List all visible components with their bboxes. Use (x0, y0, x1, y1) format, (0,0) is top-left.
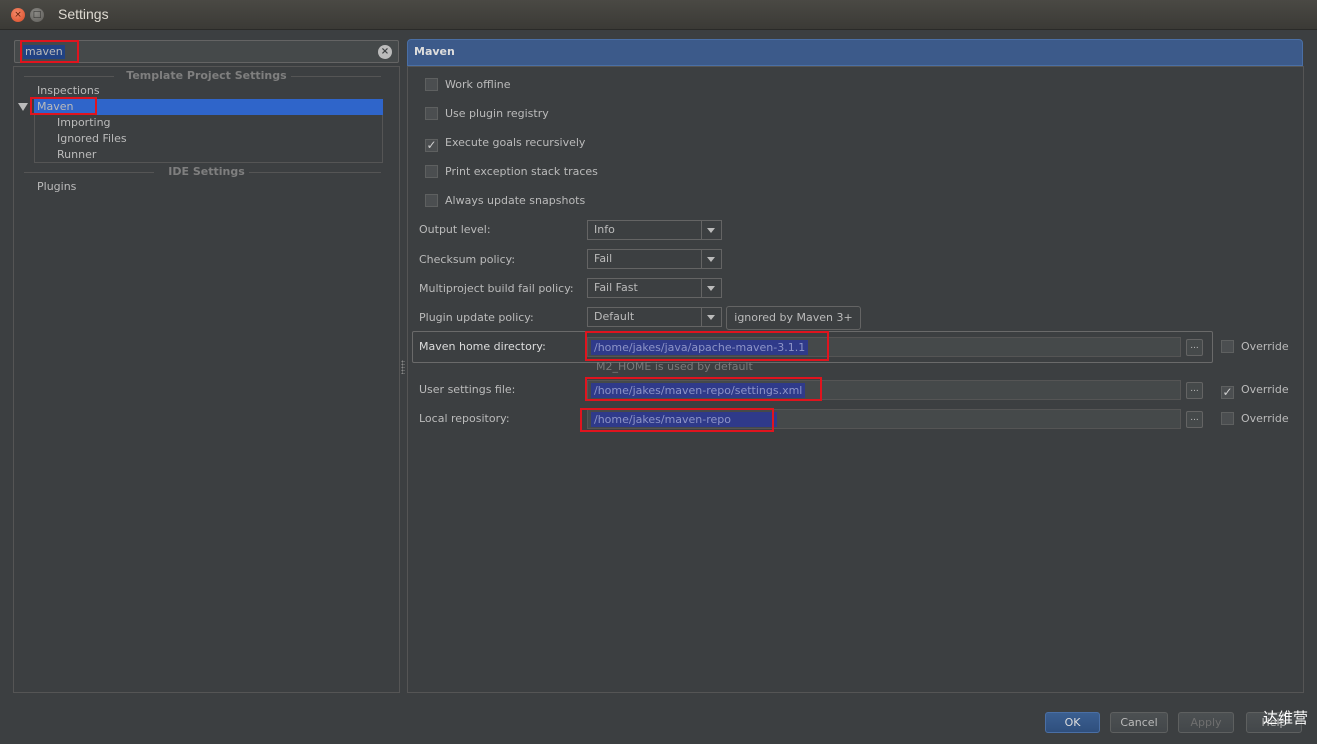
chevron-down-icon[interactable] (701, 279, 721, 297)
print-exception-stack-traces-option[interactable]: Print exception stack traces (425, 165, 598, 181)
checksum-policy-label: Checksum policy: (419, 253, 516, 266)
use-plugin-registry-option[interactable]: Use plugin registry (425, 107, 549, 123)
maven-home-field[interactable]: /home/jakes/java/apache-maven-3.1.1 (587, 337, 1181, 357)
user-settings-override[interactable]: ✓ Override (1221, 383, 1289, 399)
tree-item-importing[interactable]: Importing (57, 115, 111, 131)
plugin-update-policy-label: Plugin update policy: (419, 311, 534, 324)
chevron-down-icon[interactable] (701, 221, 721, 239)
tree-item-ignored-files[interactable]: Ignored Files (57, 131, 127, 147)
local-repository-override[interactable]: Override (1221, 412, 1289, 426)
panel-header: Maven (407, 39, 1303, 66)
browse-user-settings-button[interactable]: ... (1186, 382, 1203, 399)
section-template-project: Template Project Settings (14, 69, 399, 83)
ignored-by-maven3-note: ignored by Maven 3+ (726, 306, 861, 330)
user-settings-label: User settings file: (419, 383, 516, 396)
close-window-icon[interactable]: × (11, 8, 25, 22)
settings-tree: Template Project Settings Inspections Ma… (13, 66, 400, 693)
plugin-update-policy-select[interactable]: Default (587, 307, 722, 327)
tree-expand-arrow-icon[interactable] (18, 103, 28, 111)
panel-title: Maven (414, 45, 455, 58)
apply-button[interactable]: Apply (1178, 712, 1234, 733)
maximize-window-icon[interactable]: □ (30, 8, 44, 22)
settings-search-box[interactable]: maven × (14, 40, 399, 63)
tree-item-maven[interactable]: Maven (37, 99, 73, 115)
user-settings-field[interactable]: /home/jakes/maven-repo/settings.xml (587, 380, 1181, 400)
work-offline-checkbox[interactable] (425, 78, 438, 91)
output-level-select[interactable]: Info (587, 220, 722, 240)
title-bar: × □ Settings (0, 0, 1317, 30)
tree-item-runner[interactable]: Runner (57, 147, 96, 163)
fail-policy-select[interactable]: Fail Fast (587, 278, 722, 298)
fail-policy-label: Multiproject build fail policy: (419, 282, 574, 295)
execute-goals-recursively-checkbox[interactable]: ✓ (425, 139, 438, 152)
local-repository-label: Local repository: (419, 412, 510, 425)
tree-item-inspections[interactable]: Inspections (37, 83, 100, 99)
execute-goals-recursively-option[interactable]: ✓ Execute goals recursively (425, 136, 585, 152)
search-input[interactable]: maven (23, 45, 65, 59)
local-repository-field[interactable]: /home/jakes/maven-repo (587, 409, 1181, 429)
pane-splitter[interactable] (401, 360, 405, 374)
maven-home-override[interactable]: Override (1221, 340, 1289, 354)
browse-local-repository-button[interactable]: ... (1186, 411, 1203, 428)
tree-item-maven-selected[interactable] (34, 99, 383, 115)
watermark-text: 达维营 (1263, 709, 1309, 727)
cancel-button[interactable]: Cancel (1110, 712, 1168, 733)
chevron-down-icon[interactable] (701, 250, 721, 268)
work-offline-option[interactable]: Work offline (425, 78, 511, 94)
maven-home-label: Maven home directory: (419, 340, 546, 353)
tree-item-plugins[interactable]: Plugins (37, 179, 76, 195)
print-exception-stack-traces-checkbox[interactable] (425, 165, 438, 178)
window-title: Settings (58, 6, 109, 22)
output-level-label: Output level: (419, 223, 491, 236)
browse-maven-home-button[interactable]: ... (1186, 339, 1203, 356)
always-update-snapshots-option[interactable]: Always update snapshots (425, 194, 585, 210)
user-settings-override-checkbox[interactable]: ✓ (1221, 386, 1234, 399)
local-repository-override-checkbox[interactable] (1221, 412, 1234, 425)
use-plugin-registry-checkbox[interactable] (425, 107, 438, 120)
maven-home-override-checkbox[interactable] (1221, 340, 1234, 353)
checksum-policy-select[interactable]: Fail (587, 249, 722, 269)
m2-home-hint: M2_HOME is used by default (596, 360, 753, 373)
chevron-down-icon[interactable] (701, 308, 721, 326)
section-ide-settings: IDE Settings (14, 165, 399, 179)
ok-button[interactable]: OK (1045, 712, 1100, 733)
clear-search-icon[interactable]: × (378, 45, 392, 59)
always-update-snapshots-checkbox[interactable] (425, 194, 438, 207)
